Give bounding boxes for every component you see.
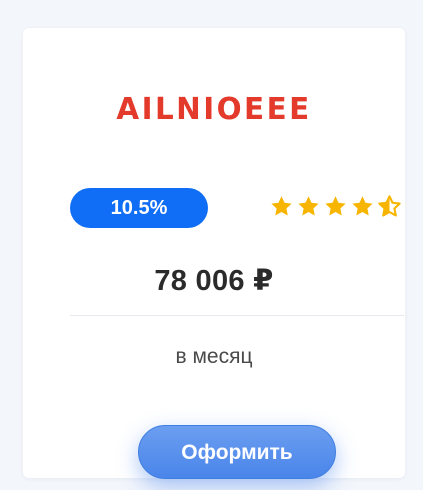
offer-card: AILNIOEEE 10.5% 78 006 ₽ в месяц Оформит…	[23, 28, 405, 479]
star-icon	[298, 196, 319, 216]
star-icon	[271, 196, 292, 216]
price-period: в месяц	[175, 345, 253, 368]
star-icon	[378, 195, 401, 217]
star-icon	[325, 196, 346, 216]
divider	[70, 315, 404, 316]
star-rating	[269, 194, 402, 219]
star-icon	[352, 196, 373, 216]
price-amount: 78 006 ₽	[154, 265, 274, 297]
brand-logo: AILNIOEEE	[116, 92, 312, 127]
apply-button[interactable]: Оформить	[138, 425, 336, 479]
rate-badge: 10.5%	[70, 188, 208, 228]
